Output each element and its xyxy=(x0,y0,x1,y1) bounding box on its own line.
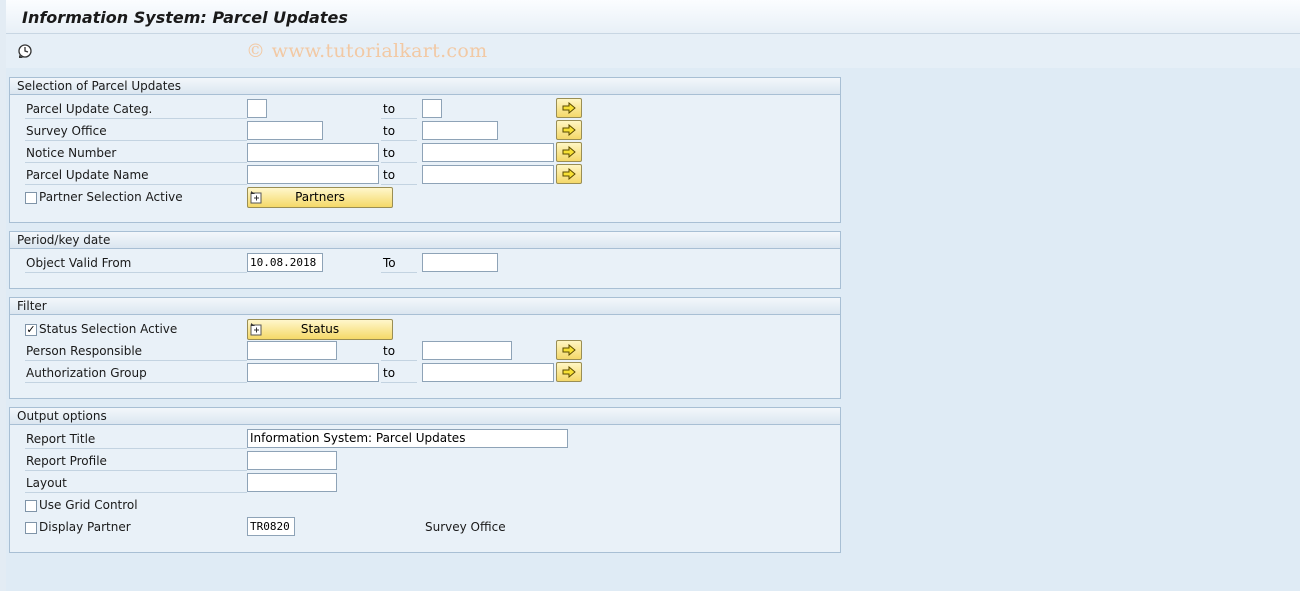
arrow-right-icon xyxy=(562,366,576,378)
to-label: to xyxy=(383,124,396,138)
notice-number-to-input[interactable] xyxy=(422,143,554,162)
label-underline xyxy=(25,140,247,141)
multiple-selection-button[interactable] xyxy=(556,340,582,360)
parcel-update-categ-from-input[interactable] xyxy=(247,99,267,118)
authorization-group-label: Authorization Group xyxy=(26,366,147,380)
display-partner-label: Display Partner xyxy=(39,520,131,534)
label-underline xyxy=(25,162,247,163)
report-title-input[interactable]: Information System: Parcel Updates xyxy=(247,429,568,448)
output-group-header: Output options xyxy=(10,408,840,425)
authorization-group-to-input[interactable] xyxy=(422,363,554,382)
parcel-update-categ-label: Parcel Update Categ. xyxy=(26,102,153,116)
object-valid-from-label: Object Valid From xyxy=(26,256,132,270)
to-label: to xyxy=(383,102,396,116)
parcel-update-name-from-input[interactable] xyxy=(247,165,379,184)
to-label: to xyxy=(383,344,396,358)
valid-to-input[interactable] xyxy=(422,253,498,272)
display-partner-description: Survey Office xyxy=(425,520,506,534)
label-underline xyxy=(381,360,417,361)
valid-to-label: To xyxy=(383,256,396,270)
page-title: Information System: Parcel Updates xyxy=(22,8,348,27)
label-underline xyxy=(381,140,417,141)
expand-icon xyxy=(250,323,262,336)
display-partner-input[interactable]: TR0820 xyxy=(247,517,295,536)
survey-office-from-input[interactable] xyxy=(247,121,323,140)
parcel-update-name-label: Parcel Update Name xyxy=(26,168,149,182)
label-underline xyxy=(381,184,417,185)
multiple-selection-button[interactable] xyxy=(556,164,582,184)
report-profile-input[interactable] xyxy=(247,451,337,470)
person-responsible-to-input[interactable] xyxy=(422,341,512,360)
label-underline xyxy=(25,492,247,493)
arrow-right-icon xyxy=(562,168,576,180)
valid-from-input[interactable]: 10.08.2018 xyxy=(247,253,323,272)
title-bar: Information System: Parcel Updates xyxy=(6,0,1300,34)
label-underline xyxy=(25,382,247,383)
multiple-selection-button[interactable] xyxy=(556,362,582,382)
report-title-label: Report Title xyxy=(26,432,96,446)
status-button[interactable]: Status xyxy=(247,319,393,340)
label-underline xyxy=(25,360,247,361)
to-label: to xyxy=(383,366,396,380)
multiple-selection-button[interactable] xyxy=(556,98,582,118)
notice-number-from-input[interactable] xyxy=(247,143,379,162)
layout-label: Layout xyxy=(26,476,67,490)
label-underline xyxy=(381,118,417,119)
arrow-right-icon xyxy=(562,124,576,136)
label-underline xyxy=(25,448,247,449)
survey-office-to-input[interactable] xyxy=(422,121,498,140)
partners-button-label: Partners xyxy=(295,190,345,204)
status-button-label: Status xyxy=(300,322,340,336)
partner-selection-label: Partner Selection Active xyxy=(39,190,183,204)
status-selection-label: Status Selection Active xyxy=(39,322,178,336)
filter-group-header: Filter xyxy=(10,298,840,315)
arrow-right-icon xyxy=(562,146,576,158)
label-underline xyxy=(381,162,417,163)
layout-input[interactable] xyxy=(247,473,337,492)
to-label: to xyxy=(383,168,396,182)
period-group-header: Period/key date xyxy=(10,232,840,249)
multiple-selection-button[interactable] xyxy=(556,120,582,140)
execute-icon xyxy=(18,44,32,58)
to-label: to xyxy=(383,146,396,160)
authorization-group-from-input[interactable] xyxy=(247,363,379,382)
label-underline xyxy=(25,272,247,273)
person-responsible-from-input[interactable] xyxy=(247,341,337,360)
label-underline xyxy=(381,382,417,383)
person-responsible-label: Person Responsible xyxy=(26,344,143,358)
expand-icon xyxy=(250,191,262,204)
application-toolbar xyxy=(6,34,1300,68)
label-underline xyxy=(25,184,247,185)
parcel-update-name-to-input[interactable] xyxy=(422,165,554,184)
partners-button[interactable]: Partners xyxy=(247,187,393,208)
parcel-update-categ-to-input[interactable] xyxy=(422,99,442,118)
watermark-text: © www.tutorialkart.com xyxy=(246,40,488,62)
survey-office-label: Survey Office xyxy=(26,124,107,138)
left-border-strip xyxy=(0,0,6,591)
execute-button[interactable] xyxy=(16,42,34,60)
partner-selection-checkbox[interactable] xyxy=(25,192,37,204)
arrow-right-icon xyxy=(562,102,576,114)
label-underline xyxy=(25,118,247,119)
arrow-right-icon xyxy=(562,344,576,356)
use-grid-control-label: Use Grid Control xyxy=(39,498,138,512)
status-selection-checkbox[interactable]: ✓ xyxy=(25,324,37,336)
selection-group-header: Selection of Parcel Updates xyxy=(10,78,840,95)
notice-number-label: Notice Number xyxy=(26,146,117,160)
use-grid-control-checkbox[interactable] xyxy=(25,500,37,512)
label-underline xyxy=(25,470,247,471)
report-profile-label: Report Profile xyxy=(26,454,107,468)
multiple-selection-button[interactable] xyxy=(556,142,582,162)
label-underline xyxy=(381,272,417,273)
display-partner-checkbox[interactable] xyxy=(25,522,37,534)
